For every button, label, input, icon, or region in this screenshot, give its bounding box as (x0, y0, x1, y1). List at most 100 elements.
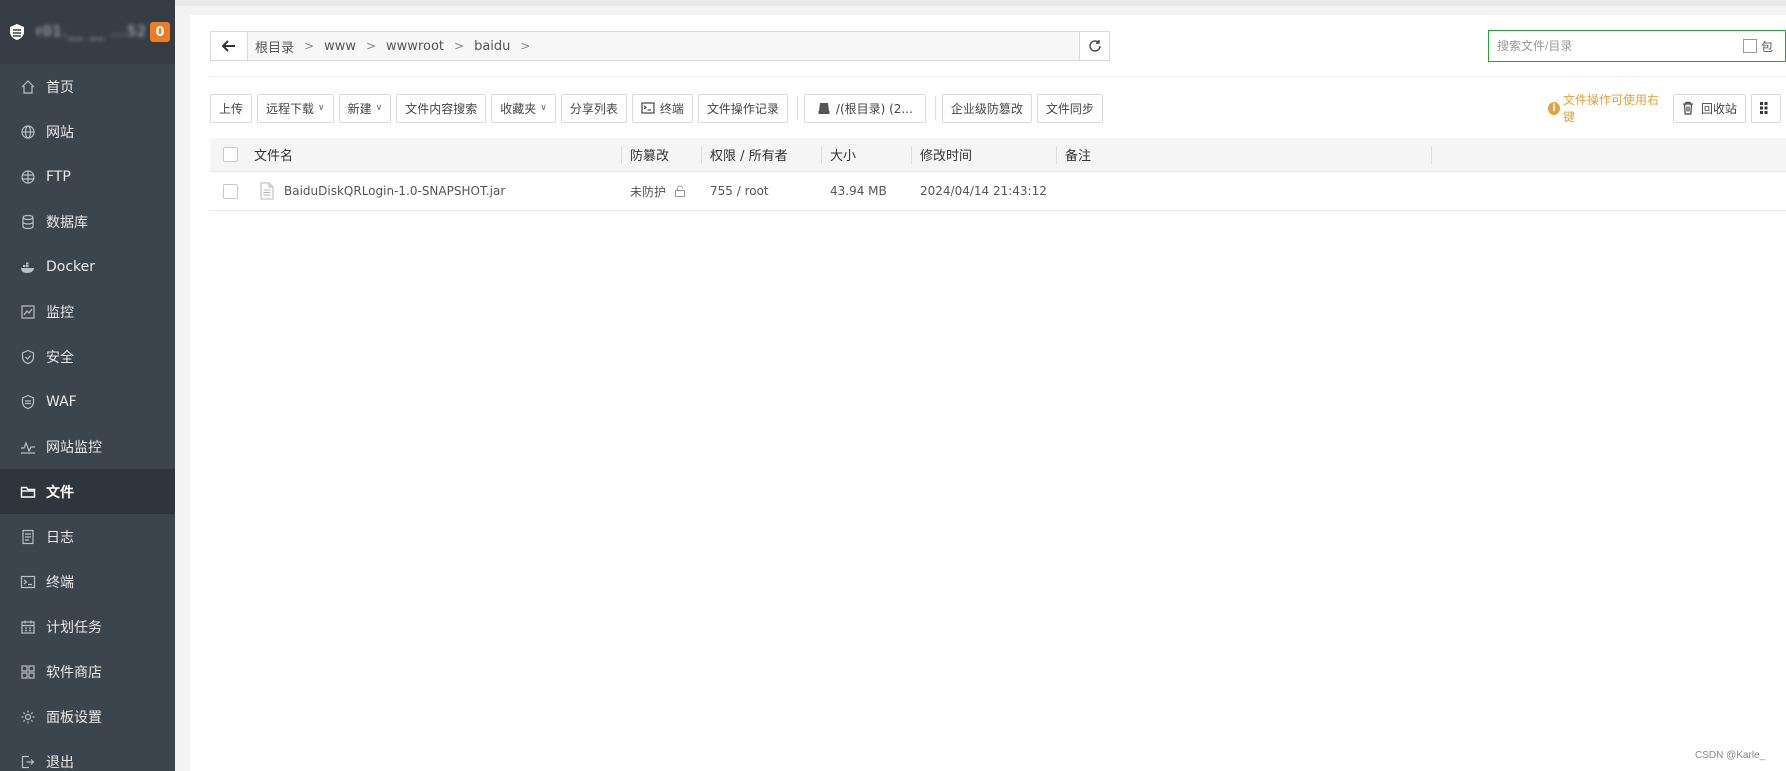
sidebar-item-label: 终端 (46, 574, 74, 591)
sidebar-item-cron[interactable]: 计划任务 (0, 604, 175, 649)
sidebar-item-label: 计划任务 (46, 619, 102, 636)
sidebar-item-label: 网站 (46, 124, 74, 141)
sidebar-item-waf[interactable]: WAF (0, 379, 175, 424)
right-toolbar: i 文件操作可使用右键 回收站 (1548, 91, 1786, 125)
breadcrumb-item[interactable]: www > (324, 39, 386, 54)
search-input[interactable] (1497, 39, 1737, 53)
sidebar-item-home[interactable]: 首页 (0, 64, 175, 109)
content-search-button[interactable]: 文件内容搜索 (396, 93, 487, 123)
panel-logo-icon (8, 23, 26, 41)
view-toggle-button[interactable] (1751, 93, 1781, 123)
ftp-globe-icon (20, 169, 36, 185)
header-permission[interactable]: 权限 / 所有者 (702, 138, 822, 172)
file-name[interactable]: BaiduDiskQRLogin-1.0-SNAPSHOT.jar (284, 184, 505, 198)
share-list-button[interactable]: 分享列表 (560, 93, 627, 123)
tamper-proof-button[interactable]: 企业级防篡改 (941, 93, 1032, 123)
log-icon (20, 529, 36, 545)
sidebar-item-label: FTP (46, 168, 71, 185)
server-name: r01.__ __ ...52 (36, 24, 148, 40)
path-bar: 根目录 > www > wwwroot > baidu > (210, 31, 1110, 61)
terminal-button[interactable]: 终端 (631, 93, 693, 123)
sidebar-item-ftp[interactable]: FTP (0, 154, 175, 199)
docker-icon (20, 259, 36, 275)
header-size[interactable]: 大小 (822, 138, 912, 172)
trash-icon (1682, 101, 1696, 115)
sidebar-item-monitor[interactable]: 监控 (0, 289, 175, 334)
chevron-right-icon: > (520, 39, 531, 53)
header-mtime[interactable]: 修改时间 (912, 138, 1057, 172)
globe-icon (20, 124, 36, 140)
remote-download-button[interactable]: 远程下载 ∨ (257, 93, 334, 123)
sidebar-item-label: WAF (46, 393, 77, 410)
file-name-cell[interactable]: BaiduDiskQRLogin-1.0-SNAPSHOT.jar (246, 172, 622, 211)
sidebar-header: r01.__ __ ...52 0 (0, 0, 175, 64)
divider (210, 76, 1786, 77)
tamper-status[interactable]: 未防护 (630, 183, 666, 200)
sidebar-item-security[interactable]: 安全 (0, 334, 175, 379)
sidebar-item-files[interactable]: 文件 (0, 469, 175, 514)
sidebar-item-database[interactable]: 数据库 (0, 199, 175, 244)
sidebar-item-docker[interactable]: Docker (0, 244, 175, 289)
gear-icon (20, 709, 36, 725)
waf-shield-icon (20, 394, 36, 410)
select-all-checkbox[interactable] (223, 147, 238, 162)
right-click-hint: i 文件操作可使用右键 (1548, 91, 1663, 125)
favorites-button[interactable]: 收藏夹 ∨ (491, 93, 556, 123)
row-checkbox[interactable] (223, 183, 238, 199)
sidebar-item-app-store[interactable]: 软件商店 (0, 649, 175, 694)
row-select-cell (210, 172, 246, 211)
table-header: 文件名 防篡改 权限 / 所有者 大小 修改时间 备注 (210, 138, 1786, 172)
file-icon (260, 182, 274, 200)
toolbar: 上传 远程下载 ∨ 新建 ∨ 文件内容搜索 收藏夹 ∨ 分享列表 终端 文件操作记录 … (210, 93, 1108, 123)
new-button[interactable]: 新建 ∨ (338, 93, 392, 123)
sidebar-item-logs[interactable]: 日志 (0, 514, 175, 559)
recycle-bin-button[interactable]: 回收站 (1672, 93, 1746, 123)
file-sync-button[interactable]: 文件同步 (1036, 93, 1103, 123)
notification-badge[interactable]: 0 (150, 22, 170, 42)
file-manager-panel: 根目录> www> wwwroot> baidu> 包 上传 远程下载∨ 新建∨… (190, 15, 1786, 771)
sidebar-item-website[interactable]: 网站 (0, 109, 175, 154)
breadcrumb-item[interactable]: baidu > (474, 39, 540, 54)
toolbar-divider (934, 96, 936, 120)
chevron-right-icon: > (304, 39, 315, 53)
sidebar-item-label: 日志 (46, 529, 74, 546)
terminal-icon (641, 101, 655, 115)
breadcrumb: 根目录 > www > wwwroot > baidu > (248, 37, 1079, 56)
toolbar-divider (796, 96, 798, 120)
logout-icon (20, 754, 36, 770)
header-tamper[interactable]: 防篡改 (622, 138, 702, 172)
permission-cell[interactable]: 755 / root (702, 172, 822, 211)
row-actions-cell (1432, 172, 1786, 211)
chevron-right-icon: > (365, 39, 377, 53)
sidebar: r01.__ __ ...52 0 首页 网站 FTP 数据库 Docker 监… (0, 0, 175, 771)
operation-log-button[interactable]: 文件操作记录 (697, 93, 788, 123)
sidebar-item-label: Docker (46, 258, 96, 275)
disk-icon (817, 101, 831, 115)
disk-button[interactable]: /(根目录) (2... (803, 93, 926, 123)
search-box: 包 (1488, 30, 1786, 62)
size-cell: 43.94 MB (830, 184, 887, 198)
header-name[interactable]: 文件名 (246, 138, 622, 172)
watermark: CSDN @Karle_ (1695, 750, 1766, 761)
tamper-cell[interactable]: 未防护 (622, 172, 702, 211)
sidebar-item-site-monitor[interactable]: 网站监控 (0, 424, 175, 469)
breadcrumb-item[interactable]: 根目录 > (255, 37, 324, 56)
unlock-icon[interactable] (674, 185, 686, 197)
sidebar-menu: 首页 网站 FTP 数据库 Docker 监控 安全 WAF 网站监控 文件 日… (0, 64, 175, 771)
arrow-left-icon (222, 40, 236, 52)
info-icon: i (1548, 101, 1561, 115)
refresh-icon (1088, 39, 1102, 53)
refresh-button[interactable] (1079, 32, 1109, 60)
upload-button[interactable]: 上传 (210, 93, 253, 123)
include-subdir-checkbox[interactable] (1743, 39, 1757, 53)
chevron-down-icon: ∨ (318, 103, 325, 113)
sidebar-item-settings[interactable]: 面板设置 (0, 694, 175, 739)
sidebar-item-logout[interactable]: 退出 (0, 739, 175, 771)
breadcrumb-item[interactable]: wwwroot > (386, 39, 474, 54)
sidebar-item-terminal[interactable]: 终端 (0, 559, 175, 604)
table-row[interactable]: BaiduDiskQRLogin-1.0-SNAPSHOT.jar 未防护 75… (210, 172, 1786, 211)
note-cell[interactable] (1057, 172, 1432, 211)
chevron-right-icon: > (454, 39, 465, 53)
monitor-chart-icon (20, 304, 36, 320)
back-button[interactable] (211, 32, 248, 60)
